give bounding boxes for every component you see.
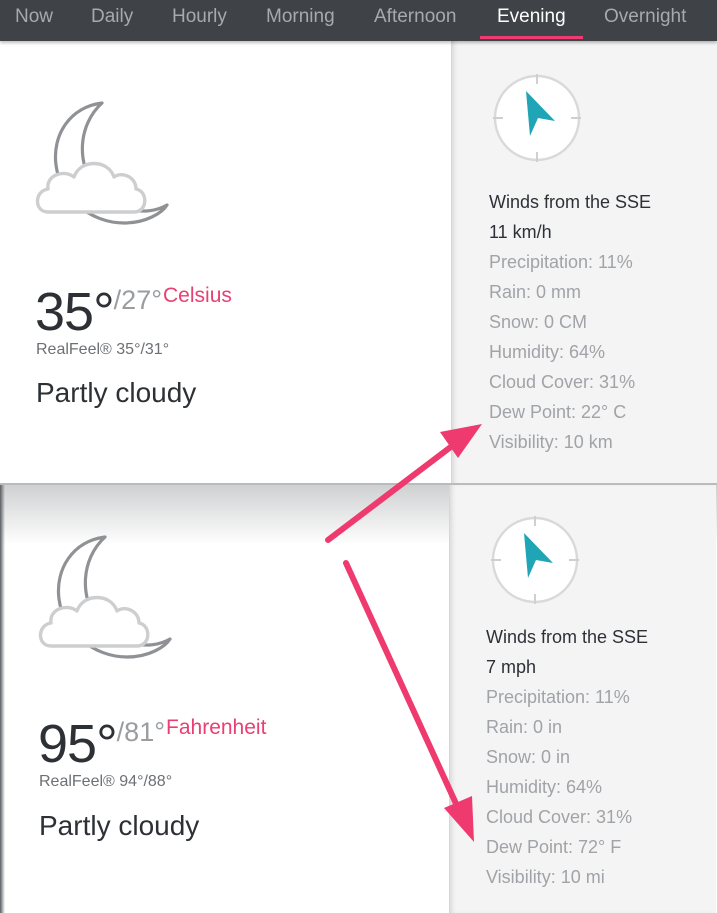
cloud-cover: Cloud Cover: 31% — [486, 807, 633, 827]
forecast-tab-bar: Now Daily Hourly Morning Afternoon Eveni… — [0, 0, 717, 41]
humidity: Humidity: 64% — [486, 777, 603, 797]
temp-high: 95° — [38, 714, 118, 774]
forecast-panel-fahrenheit: 95°/81°Fahrenheit RealFeel® 94°/88° Part… — [0, 485, 717, 913]
tab-now[interactable]: Now — [15, 0, 53, 41]
temp-low: /81° — [116, 717, 166, 747]
unit-label: Fahrenheit — [166, 716, 267, 739]
tab-label: Hourly — [172, 6, 227, 27]
tab-hourly[interactable]: Hourly — [172, 0, 227, 41]
wind-speed: 7 mph — [486, 657, 537, 677]
wind-speed: 11 km/h — [489, 222, 552, 242]
rain: Rain: 0 in — [486, 717, 563, 737]
tab-label: Evening — [497, 6, 566, 27]
cloud-cover: Cloud Cover: 31% — [489, 372, 636, 392]
visibility: Visibility: 10 mi — [486, 867, 605, 887]
tab-label: Afternoon — [374, 6, 457, 27]
temp-low: /27° — [113, 285, 163, 315]
condition-phrase: Partly cloudy — [36, 377, 197, 408]
wind-compass-icon — [491, 516, 579, 604]
visibility: Visibility: 10 km — [489, 432, 613, 452]
precipitation: Precipitation: 11% — [486, 687, 630, 707]
temperature-row: 35°/27°Celsius — [35, 281, 232, 343]
temp-high: 35° — [35, 282, 115, 342]
dew-point: Dew Point: 72° F — [486, 837, 622, 857]
partly-cloudy-night-icon — [35, 101, 169, 225]
tab-overnight[interactable]: Overnight — [604, 0, 686, 41]
wind-direction: Winds from the SSE — [489, 192, 652, 212]
realfeel-text: RealFeel® 35°/31° — [36, 341, 170, 358]
rain: Rain: 0 mm — [489, 282, 582, 302]
temperature-row: 95°/81°Fahrenheit — [38, 713, 266, 775]
left-shadow — [0, 485, 5, 913]
details-sidebar: Winds from the SSE 11 km/h Precipitation… — [451, 41, 717, 485]
snow: Snow: 0 CM — [489, 312, 588, 332]
partly-cloudy-night-icon — [38, 535, 172, 659]
details-sidebar: Winds from the SSE 7 mph Precipitation: … — [449, 485, 716, 913]
humidity: Humidity: 64% — [489, 342, 606, 362]
tab-label: Daily — [91, 6, 134, 27]
unit-label: Celsius — [163, 284, 232, 307]
tab-label: Overnight — [604, 6, 687, 27]
forecast-panel-celsius: 35°/27°Celsius RealFeel® 35°/31° Partly … — [0, 41, 717, 485]
tab-label: Now — [15, 6, 54, 27]
weather-details-list: Winds from the SSE 11 km/h Precipitation… — [489, 187, 651, 457]
precipitation: Precipitation: 11% — [489, 252, 633, 272]
realfeel-text: RealFeel® 94°/88° — [39, 773, 173, 790]
dew-point: Dew Point: 22° C — [489, 402, 627, 422]
tab-afternoon[interactable]: Afternoon — [374, 0, 456, 41]
tab-label: Morning — [266, 6, 335, 27]
condition-phrase: Partly cloudy — [39, 810, 200, 841]
tab-evening[interactable]: Evening — [480, 0, 583, 41]
tab-morning[interactable]: Morning — [266, 0, 335, 41]
tab-daily[interactable]: Daily — [91, 0, 133, 41]
active-tab-indicator — [480, 36, 583, 39]
snow: Snow: 0 in — [486, 747, 571, 767]
wind-compass-icon — [493, 74, 581, 162]
wind-direction: Winds from the SSE — [486, 627, 649, 647]
weather-details-list: Winds from the SSE 7 mph Precipitation: … — [486, 622, 648, 892]
